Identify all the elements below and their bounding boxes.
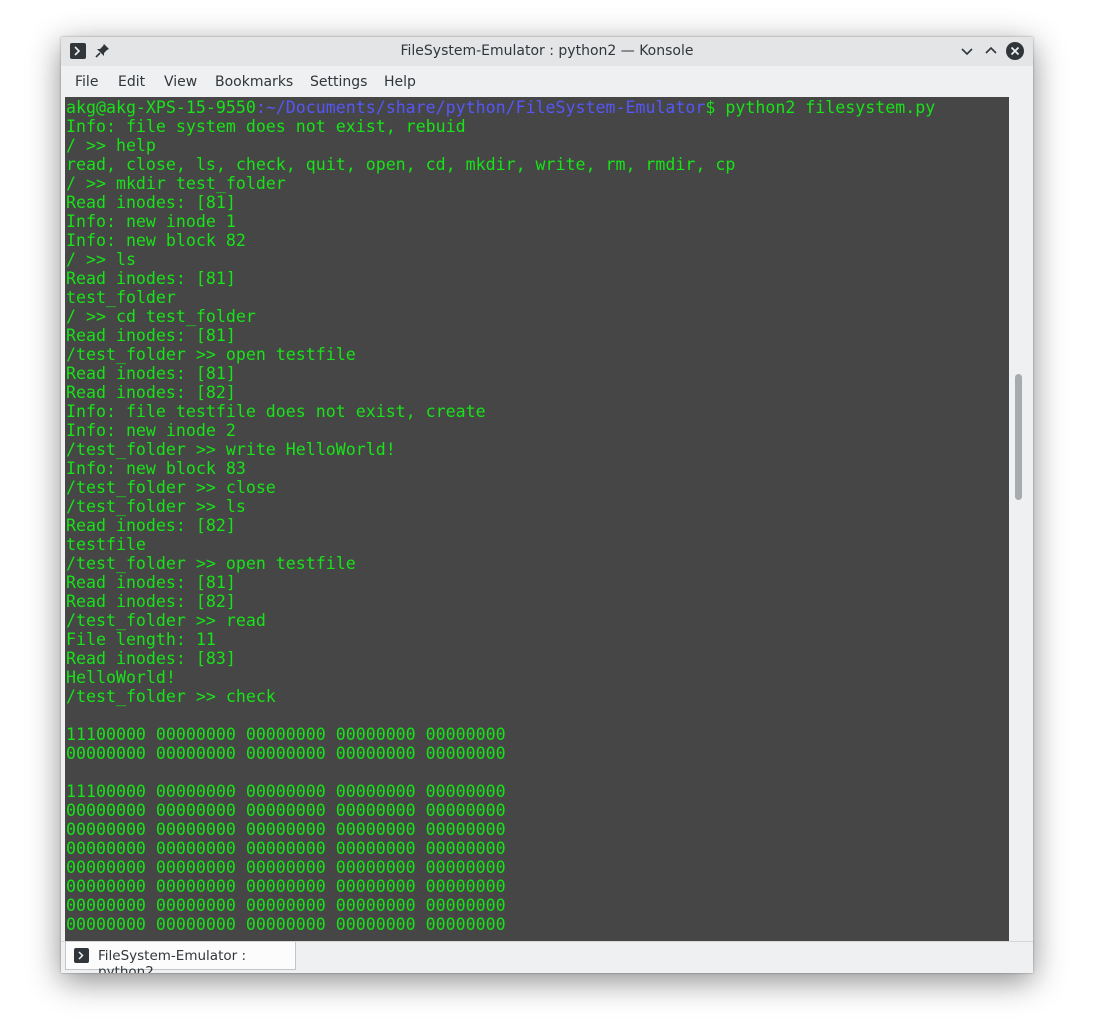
terminal-line: /test_folder >> open testfile — [66, 554, 356, 573]
konsole-window: FileSystem-Emulator : python2 — Konsole … — [61, 37, 1033, 973]
window-title: FileSystem-Emulator : python2 — Konsole — [400, 43, 694, 59]
terminal-line: 00000000 00000000 00000000 00000000 0000… — [66, 820, 506, 839]
minimize-button[interactable] — [958, 42, 976, 60]
terminal-line: / >> cd test_folder — [66, 307, 256, 326]
terminal-line: Read inodes: [81] — [66, 364, 236, 383]
terminal-line: HelloWorld! — [66, 668, 176, 687]
prompt-line: akg@akg-XPS-15-9550:~/Documents/share/py… — [66, 98, 935, 117]
scrollbar-track[interactable] — [1009, 97, 1033, 941]
terminal-line: 00000000 00000000 00000000 00000000 0000… — [66, 801, 506, 820]
terminal-line: Read inodes: [83] — [66, 649, 236, 668]
menu-file[interactable]: File — [75, 74, 98, 90]
tab-session[interactable]: FileSystem-Emulator : python2 — [65, 942, 296, 973]
terminal-line: /test_folder >> ls — [66, 497, 246, 516]
tab-bar: FileSystem-Emulator : python2 — [61, 941, 1033, 973]
terminal-icon — [74, 948, 89, 963]
chevron-up-icon — [985, 46, 997, 54]
terminal-line: File length: 11 — [66, 630, 216, 649]
tab-label: FileSystem-Emulator : python2 — [98, 948, 247, 973]
terminal-line: Read inodes: [81] — [66, 573, 236, 592]
terminal-line: 11100000 00000000 00000000 00000000 0000… — [66, 725, 506, 744]
terminal-line: Info: new inode 2 — [66, 421, 236, 440]
prompt-path: :~/Documents/share/python/FileSystem-Emu… — [255, 98, 706, 117]
terminal-line: 00000000 00000000 00000000 00000000 0000… — [66, 839, 506, 858]
terminal-line: Info: file system does not exist, rebuid — [66, 117, 466, 136]
menu-bookmarks[interactable]: Bookmarks — [215, 74, 293, 90]
menu-edit[interactable]: Edit — [118, 74, 145, 90]
terminal-line: Read inodes: [82] — [66, 516, 236, 535]
terminal-line: /test_folder >> open testfile — [66, 345, 356, 364]
terminal-line: /test_folder >> write HelloWorld! — [66, 440, 396, 459]
terminal-line: 00000000 00000000 00000000 00000000 0000… — [66, 744, 506, 763]
terminal-output[interactable]: akg@akg-XPS-15-9550:~/Documents/share/py… — [65, 97, 1009, 941]
terminal-line: test_folder — [66, 288, 176, 307]
terminal-line: /test_folder >> read — [66, 611, 266, 630]
terminal-line: read, close, ls, check, quit, open, cd, … — [66, 155, 736, 174]
terminal-line: testfile — [66, 535, 146, 554]
terminal-line: Read inodes: [82] — [66, 383, 236, 402]
terminal-line: Info: file testfile does not exist, crea… — [66, 402, 486, 421]
terminal-line: Info: new inode 1 — [66, 212, 236, 231]
scrollbar-thumb[interactable] — [1015, 374, 1022, 500]
menu-bar: File Edit View Bookmarks Settings Help — [61, 66, 1033, 97]
terminal-line: Read inodes: [81] — [66, 326, 236, 345]
terminal-line: Info: new block 82 — [66, 231, 246, 250]
menu-settings[interactable]: Settings — [310, 74, 367, 90]
terminal-line: / >> mkdir test_folder — [66, 174, 286, 193]
terminal-line: / >> help — [66, 136, 156, 155]
terminal-line: 00000000 00000000 00000000 00000000 0000… — [66, 858, 506, 877]
terminal-line: / >> ls — [66, 250, 136, 269]
terminal-line: Read inodes: [82] — [66, 592, 236, 611]
close-button[interactable] — [1006, 42, 1024, 60]
terminal-line: /test_folder >> close — [66, 478, 276, 497]
prompt-user: akg@akg-XPS-15-9550 — [66, 98, 256, 117]
close-icon — [1006, 42, 1024, 60]
menu-help[interactable]: Help — [384, 74, 416, 90]
title-bar[interactable]: FileSystem-Emulator : python2 — Konsole — [61, 37, 1033, 66]
menu-view[interactable]: View — [164, 74, 197, 90]
terminal-line: Read inodes: [81] — [66, 269, 236, 288]
terminal-line: Info: new block 83 — [66, 459, 246, 478]
terminal-line: Read inodes: [81] — [66, 193, 236, 212]
terminal-line: /test_folder >> check — [66, 687, 276, 706]
maximize-button[interactable] — [982, 42, 1000, 60]
prompt-command: $ python2 filesystem.py — [705, 98, 936, 117]
terminal-line: 00000000 00000000 00000000 00000000 0000… — [66, 915, 506, 934]
terminal-line: 00000000 00000000 00000000 00000000 0000… — [66, 896, 506, 915]
terminal-line: 00000000 00000000 00000000 00000000 0000… — [66, 877, 506, 896]
chevron-down-icon — [961, 48, 973, 56]
terminal-line: 11100000 00000000 00000000 00000000 0000… — [66, 782, 506, 801]
